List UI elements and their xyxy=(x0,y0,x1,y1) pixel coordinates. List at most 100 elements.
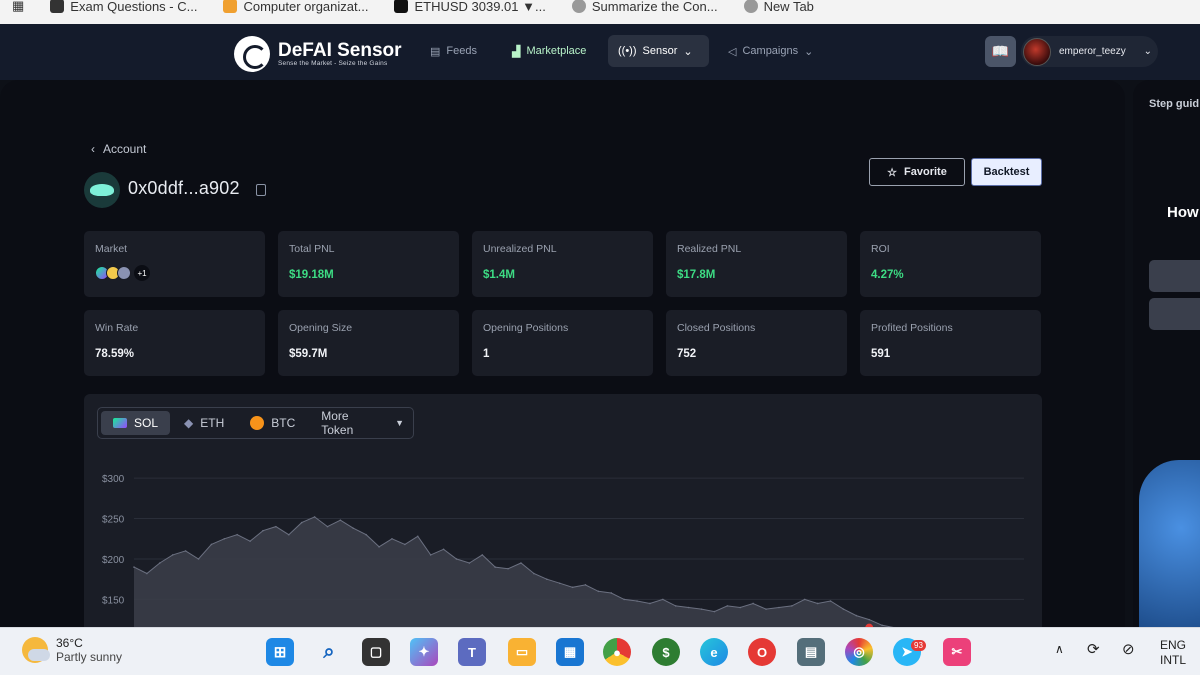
price-point xyxy=(842,608,845,610)
price-point xyxy=(429,554,432,556)
price-point xyxy=(171,554,174,556)
guide-option-1[interactable] xyxy=(1149,260,1200,292)
search-icon[interactable]: ⌕ xyxy=(315,638,343,666)
book-icon[interactable]: 📖 xyxy=(985,36,1016,67)
stat-unrealized-pnl: Unrealized PNL $1.4M xyxy=(472,231,653,297)
brand-logo[interactable]: DeFAI Sensor Sense the Market - Seize th… xyxy=(234,36,402,72)
price-point xyxy=(326,525,329,528)
brand-tagline: Sense the Market - Seize the Gains xyxy=(278,59,388,67)
brand-name: DeFAI Sensor xyxy=(278,39,402,61)
price-point xyxy=(197,558,200,560)
price-point xyxy=(287,533,290,536)
top-navbar xyxy=(0,24,1200,80)
price-point xyxy=(365,533,367,536)
price-point xyxy=(339,519,342,521)
windows-start-icon[interactable]: ⊞ xyxy=(266,638,294,666)
price-point xyxy=(404,543,406,546)
price-point xyxy=(236,533,238,536)
price-point xyxy=(352,527,355,530)
notification-badge: 93 xyxy=(911,640,926,651)
bookmark-0[interactable]: Exam Questions - C... xyxy=(50,0,197,14)
price-point xyxy=(868,618,871,621)
more-token-dropdown[interactable]: More Token ▼ xyxy=(309,409,410,437)
price-point xyxy=(855,614,858,617)
copilot-icon[interactable]: ✦ xyxy=(410,638,438,666)
edge-icon[interactable]: e xyxy=(700,638,728,666)
chevron-up-icon[interactable]: ∧ xyxy=(1055,642,1064,656)
price-point xyxy=(494,566,496,568)
token-selector: SOL ◆ ETH BTC More Token ▼ xyxy=(97,407,414,439)
chrome-icon[interactable]: ● xyxy=(603,638,631,666)
price-point xyxy=(687,606,690,609)
chevron-down-icon: ⌄ xyxy=(683,45,693,58)
price-point xyxy=(700,608,703,610)
ethereum-icon: ◆ xyxy=(184,416,194,430)
bitcoin-icon xyxy=(250,416,265,430)
bookmark-1[interactable]: Computer organizat... xyxy=(223,0,368,14)
task-view-icon[interactable]: ▢ xyxy=(362,638,390,666)
price-point xyxy=(752,602,754,605)
price-point xyxy=(584,584,587,586)
stat-roi: ROI 4.27% xyxy=(860,231,1041,297)
favorite-button[interactable]: ☆ Favorite xyxy=(869,158,965,186)
store-icon[interactable]: ▦ xyxy=(556,638,584,666)
price-point xyxy=(416,535,419,538)
snipping-tool-icon[interactable]: ✂ xyxy=(943,638,971,666)
price-point xyxy=(726,605,729,607)
stat-total-pnl: Total PNL $19.18M xyxy=(278,231,459,297)
tradingview-icon xyxy=(394,0,409,13)
price-point xyxy=(223,537,226,540)
stat-realized-pnl: Realized PNL $17.8M xyxy=(666,231,847,297)
apps-grid-icon[interactable]: ▦ xyxy=(12,0,24,14)
price-point xyxy=(571,586,574,589)
opera-icon[interactable]: O xyxy=(748,638,776,666)
stat-profited-positions: Profited Positions 591 xyxy=(860,310,1041,376)
price-point xyxy=(558,582,561,585)
tab-sol[interactable]: SOL xyxy=(101,411,171,435)
price-point xyxy=(184,550,187,552)
price-point xyxy=(623,598,625,601)
bookmark-4[interactable]: New Tab xyxy=(743,0,814,14)
money-app-icon[interactable]: $ xyxy=(652,638,680,666)
price-point xyxy=(146,572,148,575)
stat-market: Market +1 xyxy=(84,231,265,297)
copy-icon[interactable] xyxy=(256,184,266,196)
price-point xyxy=(791,605,793,607)
user-menu[interactable]: emperor_teezy ⌄ xyxy=(1021,36,1158,67)
language-indicator[interactable]: ENG INTL xyxy=(1160,638,1186,668)
tab-eth[interactable]: ◆ ETH xyxy=(172,411,236,435)
network-off-icon[interactable]: ⊘ xyxy=(1122,640,1135,658)
price-point xyxy=(481,554,484,556)
file-explorer-icon[interactable]: ▭ xyxy=(508,638,536,666)
bookmark-3[interactable]: Summarize the Con... xyxy=(571,0,718,14)
photos-icon[interactable]: ◎ xyxy=(845,638,873,666)
price-point xyxy=(533,572,535,575)
price-point xyxy=(739,606,742,609)
page-icon xyxy=(50,0,65,13)
solana-icon xyxy=(113,418,127,428)
step-guide-heading: How xyxy=(1167,204,1199,221)
nav-marketplace[interactable]: ▟ Marketplace xyxy=(502,35,596,67)
price-point xyxy=(468,562,471,564)
price-point xyxy=(249,540,251,542)
price-point xyxy=(649,602,651,605)
sync-icon[interactable]: ⟳ xyxy=(1087,640,1100,658)
price-point xyxy=(262,529,264,532)
nav-feeds[interactable]: ▤ Feeds xyxy=(420,35,487,67)
guide-option-2[interactable] xyxy=(1149,298,1200,330)
backtest-button[interactable]: Backtest xyxy=(971,158,1042,186)
teams-icon[interactable]: T xyxy=(458,638,486,666)
price-point xyxy=(816,602,819,605)
star-icon: ☆ xyxy=(887,166,898,179)
bookmark-2[interactable]: ETHUSD 3039.01 ▼... xyxy=(394,0,546,14)
weather-widget[interactable]: 36°C Partly sunny xyxy=(22,636,122,664)
price-point xyxy=(300,521,303,524)
account-avatar xyxy=(84,172,120,208)
calculator-icon[interactable]: ▤ xyxy=(797,638,825,666)
nav-campaigns[interactable]: ◁ Campaigns ⌄ xyxy=(718,35,823,67)
tab-btc[interactable]: BTC xyxy=(238,411,307,435)
site-icon xyxy=(223,0,238,13)
price-point xyxy=(803,598,806,601)
back-link[interactable]: ‹ Account xyxy=(91,142,146,156)
nav-sensor[interactable]: ((•)) Sensor ⌄ xyxy=(608,35,709,67)
